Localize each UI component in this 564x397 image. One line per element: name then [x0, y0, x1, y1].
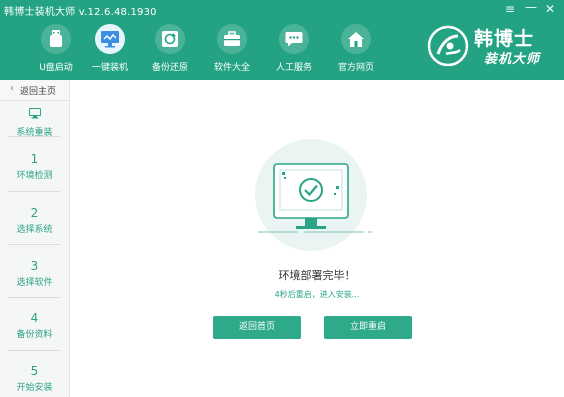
step-env-check: 1 环境检测: [0, 152, 69, 181]
close-icon[interactable]: ✕: [545, 2, 555, 16]
restart-now-button[interactable]: 立即重启: [324, 316, 412, 339]
step-select-software: 3 选择软件: [0, 259, 69, 288]
step-start-install: 5 开始安装: [0, 364, 69, 393]
nav-label: 官方网页: [337, 63, 374, 73]
step-divider: [8, 244, 60, 245]
step-number: 5: [30, 364, 39, 378]
step-label: 环境检测: [16, 171, 53, 181]
step-number: 1: [30, 152, 39, 166]
window-title: 韩博士装机大师 v.12.6.48.1930: [4, 7, 157, 18]
title-bar-header: 韩博士装机大师 v.12.6.48.1930 ≡ — ✕ U盘启动 一键装机 备…: [0, 0, 564, 80]
computer-icon: [28, 108, 41, 119]
step-divider: [8, 136, 60, 137]
minimize-icon[interactable]: —: [525, 0, 537, 14]
chevron-left-icon: ‹: [10, 83, 14, 94]
brand-name: 韩博士: [474, 28, 535, 50]
nav-label: 备份还原: [151, 63, 188, 73]
brand-tagline: 装机大师: [484, 52, 541, 67]
step-number: 4: [30, 311, 39, 325]
brand-logo: 韩博士 装机大师: [426, 22, 556, 70]
step-label: 选择软件: [16, 278, 53, 288]
chat-icon: [279, 24, 309, 54]
countdown-text: 4秒后重启，进入安装...: [274, 290, 360, 299]
back-home-label: 返回主页: [20, 87, 57, 97]
nav-label: 人工服务: [275, 63, 312, 73]
briefcase-icon: [217, 24, 247, 54]
step-label: 选择系统: [16, 225, 53, 235]
step-number: 3: [30, 259, 39, 273]
return-home-button[interactable]: 返回首页: [213, 316, 301, 339]
restore-icon: [155, 24, 185, 54]
step-select-system: 2 选择系统: [0, 206, 69, 235]
step-divider: [8, 191, 60, 192]
nav-item-backup-restore[interactable]: 备份还原: [140, 24, 200, 73]
monitor-check-icon: [258, 163, 372, 233]
usb-icon: [41, 24, 71, 54]
monitor-icon: [95, 24, 125, 54]
nav-label: 软件大全: [213, 63, 250, 73]
step-system-reinstall: 系统重装: [0, 104, 69, 138]
step-divider: [8, 350, 60, 351]
nav-item-one-click-install[interactable]: 一键装机: [80, 24, 140, 73]
step-label: 开始安装: [16, 383, 53, 393]
nav-label: 一键装机: [91, 63, 128, 73]
home-icon: [341, 24, 371, 54]
menu-icon[interactable]: ≡: [505, 2, 515, 16]
nav-item-support[interactable]: 人工服务: [264, 24, 324, 73]
step-label: 备份资料: [16, 330, 53, 340]
back-home-button[interactable]: ‹ 返回主页: [0, 80, 69, 101]
nav-item-software[interactable]: 软件大全: [202, 24, 262, 73]
logo-icon: [427, 25, 469, 67]
step-backup-data: 4 备份资料: [0, 311, 69, 340]
step-divider: [8, 297, 60, 298]
nav-item-usb-boot[interactable]: U盘启动: [26, 24, 86, 73]
status-title: 环境部署完毕！: [278, 269, 356, 282]
nav-label: U盘启动: [39, 63, 73, 73]
steps-sidebar: ‹ 返回主页 系统重装 1 环境检测 2 选择系统 3 选择软件 4 备份资料 …: [0, 80, 70, 397]
nav-item-website[interactable]: 官方网页: [326, 24, 386, 73]
step-number: 2: [30, 206, 39, 220]
